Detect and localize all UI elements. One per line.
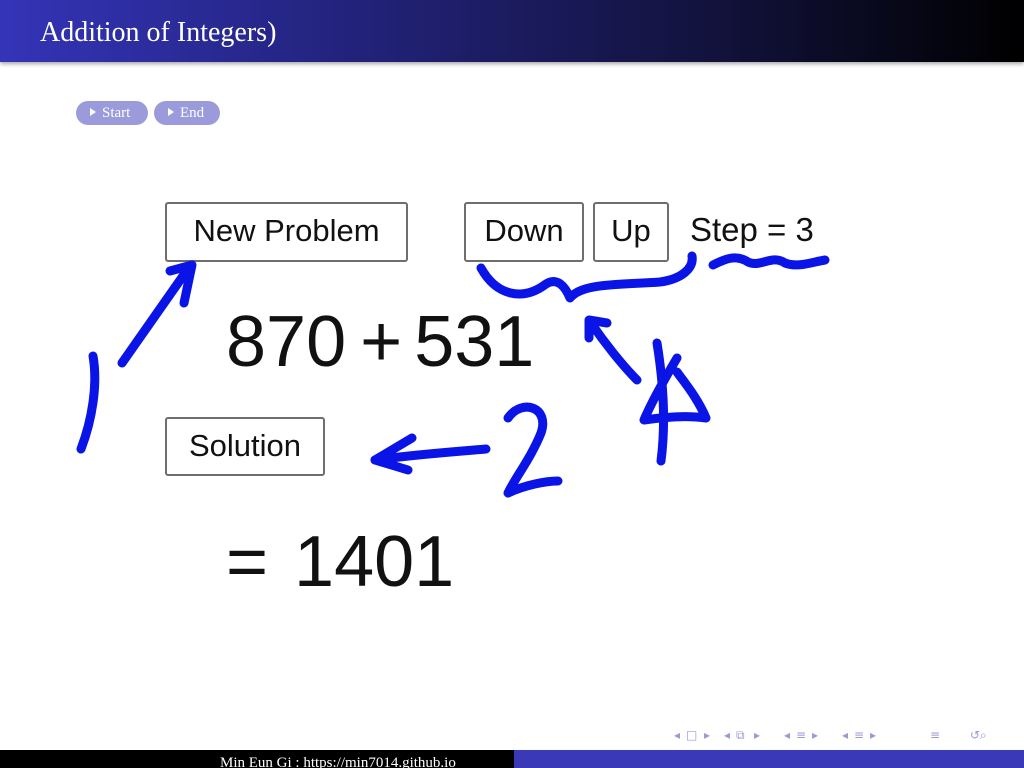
slide-header: Addition of Integers) (0, 0, 1024, 62)
new-problem-button[interactable]: New Problem (165, 202, 408, 262)
step-value: Step = 3 (690, 211, 814, 248)
answer-value: 1401 (294, 522, 455, 602)
subsection-nav-icon[interactable]: ⧉ (736, 725, 745, 745)
answer-expression: = 1401 (226, 520, 454, 604)
slide-title: Addition of Integers) (40, 17, 277, 48)
up-button[interactable]: Up (593, 202, 669, 262)
ink-arrow-right-shaft (586, 318, 642, 385)
ink-arrow-left-shaft (370, 444, 491, 465)
section-prev-icon[interactable]: ◂ (784, 725, 790, 745)
section-nav-icon[interactable]: ≡ (796, 725, 806, 745)
subsection-next-icon[interactable]: ▸ (754, 725, 760, 745)
operand-b: 531 (414, 302, 535, 382)
operand-a: 870 (226, 302, 347, 382)
align-icon[interactable]: ≡ (930, 725, 940, 745)
down-button[interactable]: Down (464, 202, 584, 262)
frame-prev-icon[interactable]: ◂ (674, 725, 680, 745)
ink-underline-step (708, 253, 830, 270)
ink-digit-one (652, 338, 669, 466)
end-button[interactable]: End (154, 101, 220, 125)
plus-operator: + (360, 302, 403, 382)
play-icon (168, 108, 174, 116)
ink-digit-two (503, 402, 563, 498)
subsection-prev-icon[interactable]: ◂ (724, 725, 730, 745)
ink-digit-four (639, 353, 711, 425)
part-prev-icon[interactable]: ◂ (842, 725, 848, 745)
ink-arrow-up-left-shaft (117, 261, 195, 368)
part-nav-icon[interactable]: ≡ (854, 725, 864, 745)
frame-next-icon[interactable]: ▸ (704, 725, 710, 745)
search-icon[interactable]: ↺⌕ (970, 725, 987, 745)
solution-button[interactable]: Solution (165, 417, 325, 476)
section-next-icon[interactable]: ▸ (812, 725, 818, 745)
problem-expression: 870 +531 (226, 300, 534, 384)
ink-arrow-right-head (584, 315, 612, 343)
start-button[interactable]: Start (76, 101, 148, 125)
footer-author: Min Eun Gi : https://min7014.github.io (0, 750, 514, 768)
end-label: End (180, 105, 205, 121)
equals-sign: = (226, 522, 269, 602)
ink-underline-down-up (476, 251, 697, 303)
play-icon (90, 108, 96, 116)
beamer-navigation[interactable]: ◂ □ ▸ ◂ ⧉ ▸ ◂ ≡ ▸ ◂ ≡ ▸ ≡ ↺⌕ (674, 725, 1024, 745)
footer-text: Min Eun Gi : https://min7014.github.io (220, 755, 456, 768)
frame-nav-icon[interactable]: □ (686, 725, 697, 745)
start-label: Start (102, 105, 131, 121)
ink-arrow-left-head (370, 433, 417, 475)
ink-stroke-1 (76, 351, 100, 454)
ink-arrow-up-left-head (165, 260, 197, 308)
part-next-icon[interactable]: ▸ (870, 725, 876, 745)
footer-bar (514, 750, 1024, 768)
